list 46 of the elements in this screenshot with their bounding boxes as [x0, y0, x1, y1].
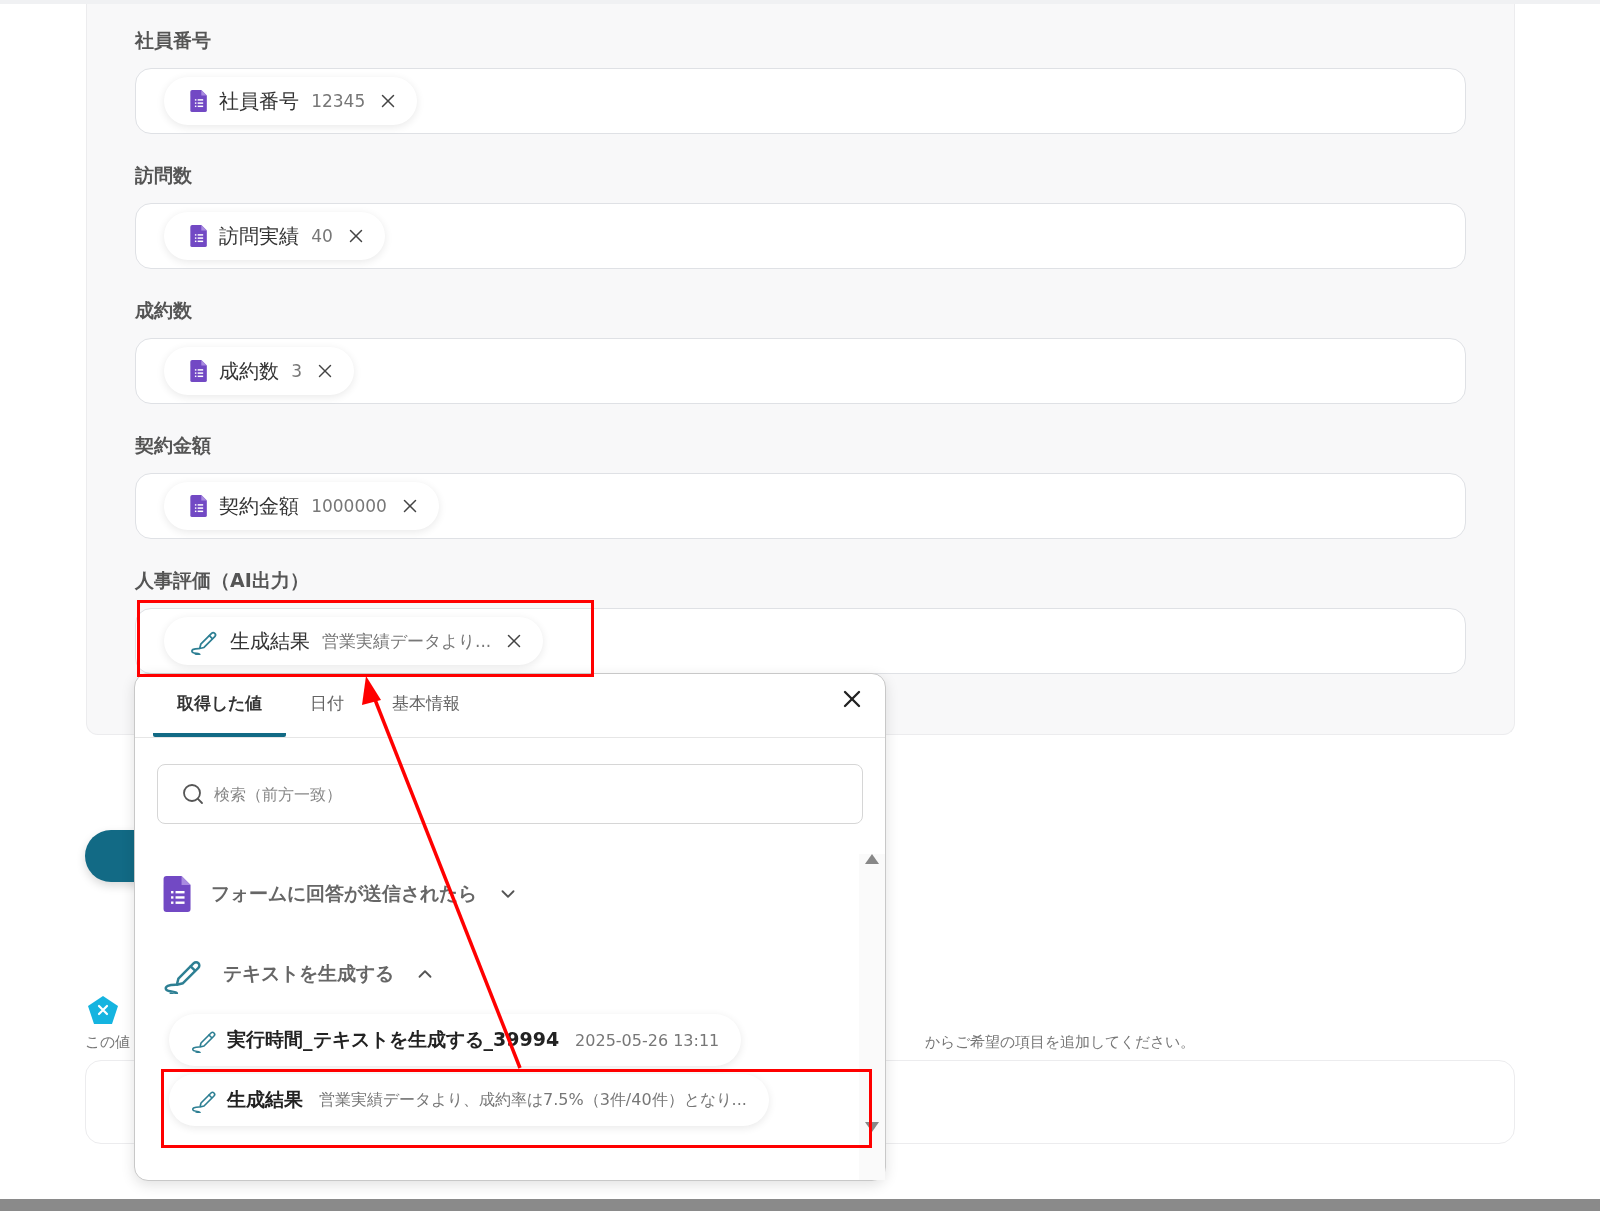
field-label: 契約金額: [135, 433, 212, 458]
document-icon: [190, 225, 208, 247]
field-label: 人事評価（AI出力）: [135, 568, 310, 593]
value-chip[interactable]: 訪問実績 40: [164, 212, 385, 260]
input-field[interactable]: 生成結果 営業実績データより...: [135, 608, 1466, 674]
input-field[interactable]: 社員番号 12345: [135, 68, 1466, 134]
tab[interactable]: 取得した値: [153, 689, 286, 737]
input-field[interactable]: 成約数 3: [135, 338, 1466, 404]
field-label: 社員番号: [135, 28, 212, 53]
value-chip[interactable]: 社員番号 12345: [164, 77, 418, 125]
document-icon: [190, 495, 208, 517]
chip-value: 40: [311, 226, 333, 246]
tab[interactable]: 日付: [286, 689, 368, 737]
scroll-down-icon[interactable]: [865, 1122, 879, 1132]
source-group-header[interactable]: テキストを生成する: [135, 934, 859, 1014]
item-value: 営業実績データより、成約率は7.5%（3件/40件）となり...: [319, 1089, 747, 1111]
input-field[interactable]: 契約金額 1000000: [135, 473, 1466, 539]
group-title: テキストを生成する: [223, 961, 394, 986]
chip-value: 3: [291, 361, 302, 381]
chip-value: 1000000: [311, 496, 387, 516]
document-icon: [190, 360, 208, 382]
field-label: 成約数: [135, 298, 193, 323]
search-icon: [181, 782, 205, 806]
item-value: 2025-05-26 13:11: [575, 1030, 720, 1050]
chip-name: 社員番号: [219, 87, 300, 115]
value-chip[interactable]: 成約数 3: [164, 347, 354, 395]
help-text: この値: [85, 1033, 130, 1052]
pentagon-icon: [87, 995, 119, 1025]
value-chip[interactable]: 生成結果 営業実績データより...: [164, 617, 544, 665]
chip-name: 訪問実績: [219, 222, 300, 250]
search-field[interactable]: 検索（前方一致）: [157, 764, 863, 824]
value-item[interactable]: 生成結果 営業実績データより、成約率は7.5%（3件/40件）となり...: [169, 1074, 769, 1126]
input-field[interactable]: 訪問実績 40: [135, 203, 1466, 269]
value-chip[interactable]: 契約金額 1000000: [164, 482, 439, 530]
document-icon: [163, 876, 192, 912]
chip-name: 契約金額: [219, 492, 300, 520]
chip-value: 営業実績データより...: [322, 629, 492, 653]
chip-value: 12345: [311, 91, 366, 111]
tab[interactable]: 基本情報: [368, 689, 484, 737]
chip-name: 成約数: [219, 357, 280, 385]
field-label: 訪問数: [135, 163, 193, 188]
chip-name: 生成結果: [230, 627, 310, 655]
document-icon: [190, 90, 208, 112]
help-text: からご希望の項目を追加してください。: [925, 1033, 1195, 1052]
item-name: 生成結果: [227, 1087, 303, 1112]
scroll-up-icon[interactable]: [865, 854, 879, 864]
